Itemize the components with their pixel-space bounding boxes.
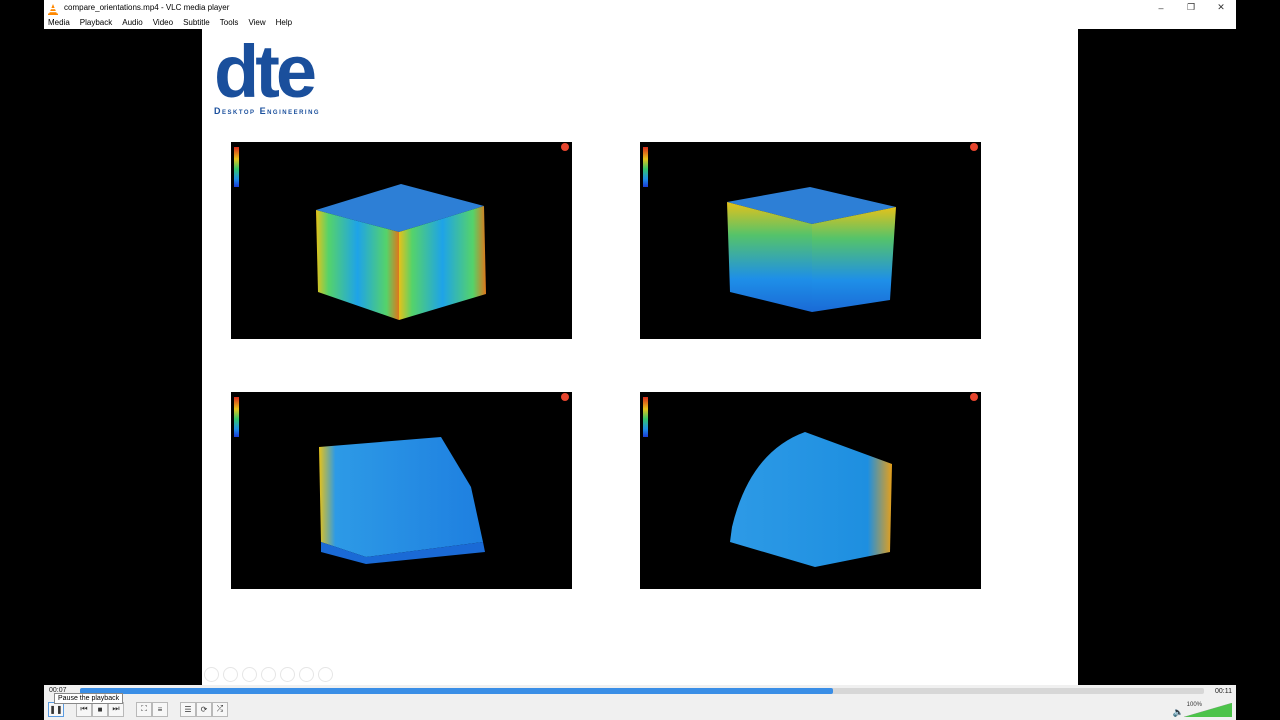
extended-settings-icon[interactable]: ≡ (152, 701, 168, 717)
video-frame: dte Desktop Engineering (202, 29, 1078, 685)
shuffle-icon[interactable]: ⤮ (212, 701, 228, 717)
vlc-window: compare_orientations.mp4 - VLC media pla… (44, 0, 1236, 720)
logo-text: dte (214, 41, 315, 113)
close-icon[interactable]: ✕ (1206, 0, 1236, 15)
overlay-edit-icon[interactable] (242, 667, 257, 682)
seek-bar[interactable] (80, 688, 1204, 694)
loop-icon[interactable]: ⟳ (196, 701, 212, 717)
playlist-icon[interactable]: ☰ (180, 701, 196, 717)
minimize-icon[interactable]: – (1146, 0, 1176, 15)
menu-bar: Media Playback Audio Video Subtitle Tool… (44, 15, 1236, 29)
screen: compare_orientations.mp4 - VLC media pla… (0, 0, 1280, 720)
total-time: 00:11 (1215, 688, 1232, 695)
menu-help[interactable]: Help (276, 18, 292, 27)
menu-media[interactable]: Media (48, 18, 70, 27)
fullscreen-icon[interactable]: ⛶ (136, 701, 152, 717)
logo-subtitle: Desktop Engineering (214, 106, 321, 116)
simulation-render-3 (231, 392, 572, 589)
simulation-render-1 (231, 142, 572, 339)
title-bar: compare_orientations.mp4 - VLC media pla… (44, 0, 1236, 15)
video-area[interactable]: dte Desktop Engineering (44, 29, 1236, 685)
menu-video[interactable]: Video (153, 18, 173, 27)
overlay-more-icon[interactable] (318, 667, 333, 682)
overlay-prev-icon[interactable] (204, 667, 219, 682)
simulation-render-2 (640, 142, 981, 339)
menu-audio[interactable]: Audio (122, 18, 142, 27)
menu-subtitle[interactable]: Subtitle (183, 18, 210, 27)
overlay-zoom-icon[interactable] (280, 667, 295, 682)
overlay-next-icon[interactable] (223, 667, 238, 682)
menu-tools[interactable]: Tools (220, 18, 239, 27)
video-overlay-controls (202, 667, 333, 682)
menu-playback[interactable]: Playback (80, 18, 112, 27)
window-title: compare_orientations.mp4 - VLC media pla… (64, 3, 230, 12)
volume-icon[interactable]: 🔈 (1173, 707, 1184, 718)
simulation-render-4 (640, 392, 981, 589)
restore-icon[interactable]: ❐ (1176, 0, 1206, 15)
menu-view[interactable]: View (248, 18, 265, 27)
seek-progress (80, 688, 834, 694)
player-controls: 00:07 00:11 ❚❚ ⏮ ■ ⏭ ⛶ ≡ ☰ ⟳ ⤮ Pause the… (44, 685, 1236, 720)
vlc-cone-icon (47, 2, 59, 15)
volume-slider[interactable] (1184, 703, 1232, 717)
overlay-snapshot-icon[interactable] (261, 667, 276, 682)
overlay-list-icon[interactable] (299, 667, 314, 682)
tooltip: Pause the playback (54, 693, 124, 704)
